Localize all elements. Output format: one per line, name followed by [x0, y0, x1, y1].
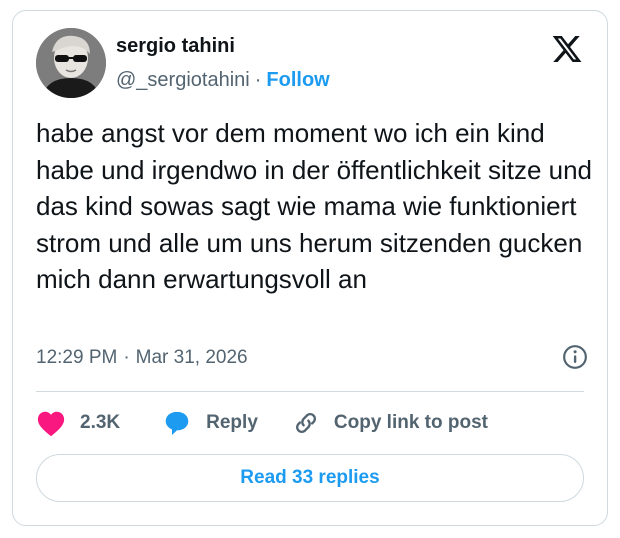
- tweet-time[interactable]: 12:29 PM: [36, 347, 117, 368]
- divider: [36, 391, 584, 392]
- author-name[interactable]: sergio tahini: [116, 35, 235, 58]
- heart-icon: [37, 411, 65, 437]
- action-bar: 2.3K Reply Copy link to post: [36, 407, 488, 439]
- speech-bubble-icon: [165, 412, 189, 435]
- read-replies-button[interactable]: Read 33 replies: [36, 454, 584, 502]
- meta-separator: ·: [123, 347, 130, 368]
- info-icon[interactable]: [562, 344, 588, 370]
- tweet-date[interactable]: Mar 31, 2026: [136, 347, 248, 368]
- reply-button[interactable]: Reply: [162, 409, 258, 437]
- handle-separator: ·: [254, 69, 262, 91]
- x-logo-icon[interactable]: [551, 33, 583, 65]
- author-handle-row: @_sergiotahini · Follow: [116, 69, 330, 92]
- reply-label: Reply: [206, 412, 258, 433]
- follow-button[interactable]: Follow: [266, 69, 329, 91]
- author-handle[interactable]: @_sergiotahini: [116, 69, 250, 91]
- tweet-card: sergio tahini @_sergiotahini · Follow habe…: [12, 10, 608, 526]
- copy-link-label: Copy link to post: [333, 412, 488, 433]
- avatar[interactable]: [36, 28, 106, 98]
- link-icon: [295, 412, 316, 434]
- like-count: 2.3K: [80, 412, 121, 433]
- tweet-meta: 12:29 PM · Mar 31, 2026: [36, 344, 588, 370]
- tweet-text: habe angst vor dem moment wo ich ein kin…: [36, 118, 593, 294]
- like-button[interactable]: 2.3K: [36, 409, 120, 437]
- copy-link-button[interactable]: Copy link to post: [292, 409, 488, 437]
